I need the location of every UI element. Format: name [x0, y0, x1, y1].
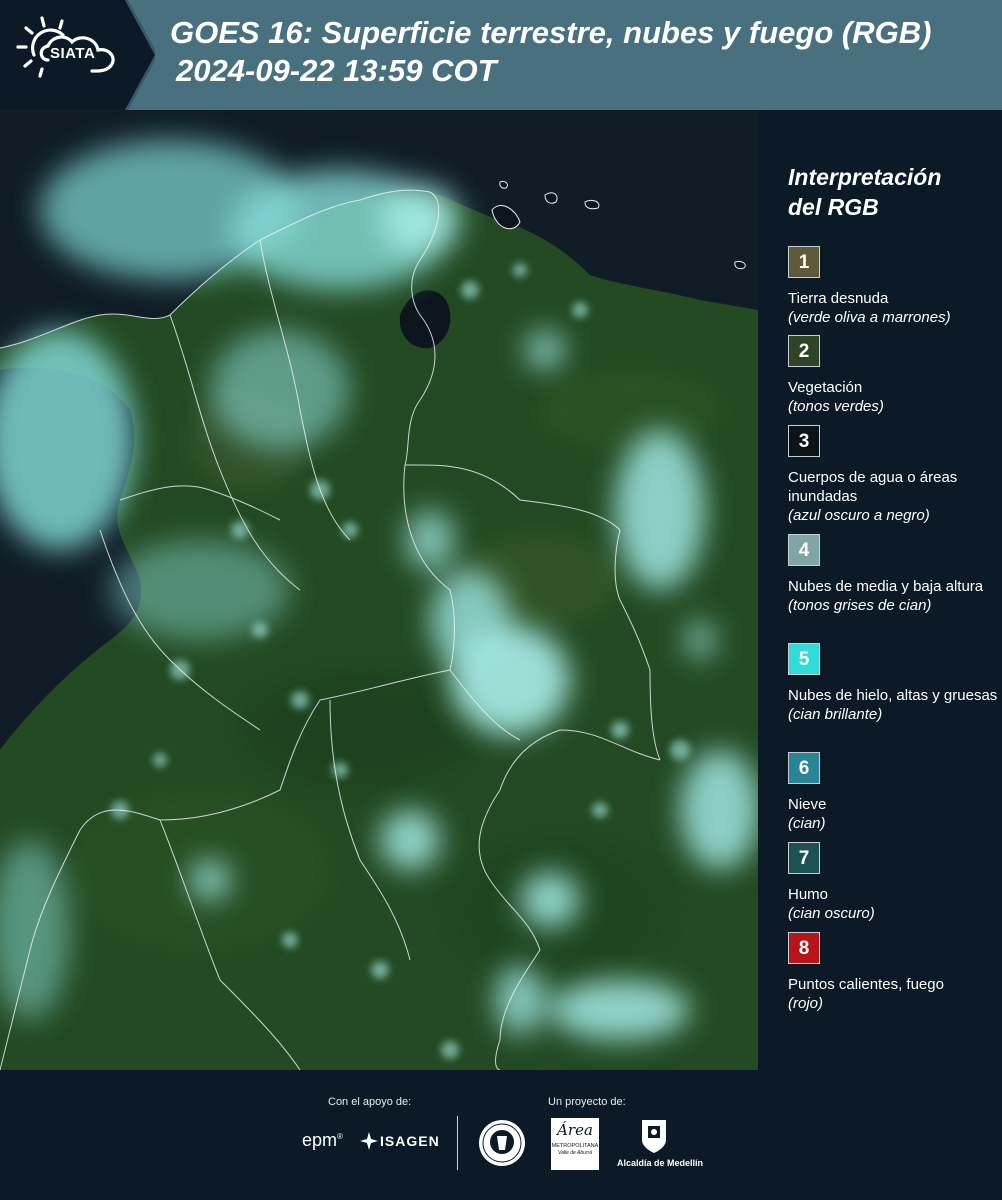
university-seal: [477, 1118, 527, 1173]
legend-swatch: 7: [788, 842, 820, 874]
legend-label: Cuerpos de agua o áreas inundadas: [788, 469, 958, 505]
area-logo-sub1: METROPOLITANA: [551, 1143, 599, 1149]
legend-swatch: 2: [788, 335, 820, 367]
siata-logo: SIATA: [0, 0, 155, 110]
legend-label: Humo: [788, 886, 829, 903]
legend-desc: (cian oscuro): [788, 905, 875, 922]
legend-title: Interpretación del RGB: [788, 162, 988, 222]
siata-logo-text: SIATA: [50, 45, 96, 62]
satellite-map: [0, 110, 758, 1070]
header: SIATA GOES 16: Superficie terrestre, nub…: [0, 0, 1002, 110]
legend-item-2: 2 Vegetación (tonos verdes): [788, 335, 998, 416]
legend-swatch: 3: [788, 425, 820, 457]
legend-desc: (cian): [788, 815, 826, 832]
legend-desc: (cian brillante): [788, 706, 883, 723]
legend-label: Tierra desnuda: [788, 290, 889, 307]
alcaldia-logo-text: Alcaldía de Medellín: [616, 1158, 704, 1168]
legend-item-4: 4 Nubes de media y baja altura (tonos gr…: [788, 534, 998, 615]
title-main: GOES 16: Superficie terrestre, nubes y f…: [170, 15, 932, 50]
legend-item-3: 3 Cuerpos de agua o áreas inundadas (azu…: [788, 425, 998, 525]
legend-swatch: 8: [788, 932, 820, 964]
isagen-star-icon: [360, 1132, 378, 1150]
footer: Con el apoyo de: Un proyecto de: epm® IS…: [0, 1070, 1002, 1200]
legend-swatch: 4: [788, 534, 820, 566]
coat-of-arms-icon: [642, 1120, 666, 1153]
area-logo-word: Área: [557, 1121, 593, 1139]
legend-label: Vegetación: [788, 379, 863, 396]
legend-panel: Interpretación del RGB 1 Tierra desnuda …: [758, 110, 1002, 1070]
page-title: GOES 16: Superficie terrestre, nubes y f…: [170, 14, 931, 90]
legend-item-5: 5 Nubes de hielo, altas y gruesas (cian …: [788, 643, 998, 724]
legend-title-line2: del RGB: [788, 194, 879, 220]
legend-desc: (verde oliva a marrones): [788, 309, 951, 326]
legend-label: Nieve: [788, 796, 827, 813]
epm-logo: epm®: [302, 1130, 343, 1150]
alcaldia-logo: Alcaldía de Medellín: [610, 1118, 710, 1173]
legend-desc: (azul oscuro a negro): [788, 507, 930, 524]
legend-item-1: 1 Tierra desnuda (verde oliva a marrones…: [788, 246, 998, 327]
support-label: Con el apoyo de:: [328, 1096, 412, 1108]
legend-swatch: 1: [788, 246, 820, 278]
legend-item-7: 7 Humo (cian oscuro): [788, 842, 998, 923]
area-metropolitana-logo: Área METROPOLITANA Valle de Aburrá: [551, 1118, 599, 1170]
legend-swatch: 6: [788, 752, 820, 784]
legend-label: Puntos calientes, fuego: [788, 976, 944, 993]
legend-desc: (tonos verdes): [788, 398, 884, 415]
legend-label: Nubes de hielo, altas y gruesas: [788, 687, 998, 704]
legend-desc: (tonos grises de cian): [788, 597, 932, 614]
legend-title-line1: Interpretación: [788, 164, 942, 190]
epm-logo-text: epm: [302, 1130, 338, 1150]
legend-swatch: 5: [788, 643, 820, 675]
area-logo-sub2: Valle de Aburrá: [557, 1150, 593, 1156]
legend-desc: (rojo): [788, 995, 824, 1012]
isagen-logo-text: ISAGEN: [380, 1133, 440, 1149]
legend-item-6: 6 Nieve (cian): [788, 752, 998, 833]
title-timestamp: 2024-09-22 13:59 COT: [176, 53, 497, 88]
legend-label: Nubes de media y baja altura: [788, 578, 984, 595]
legend-item-8: 8 Puntos calientes, fuego (rojo): [788, 932, 998, 1013]
footer-divider: [457, 1116, 458, 1170]
project-label: Un proyecto de:: [548, 1096, 626, 1108]
